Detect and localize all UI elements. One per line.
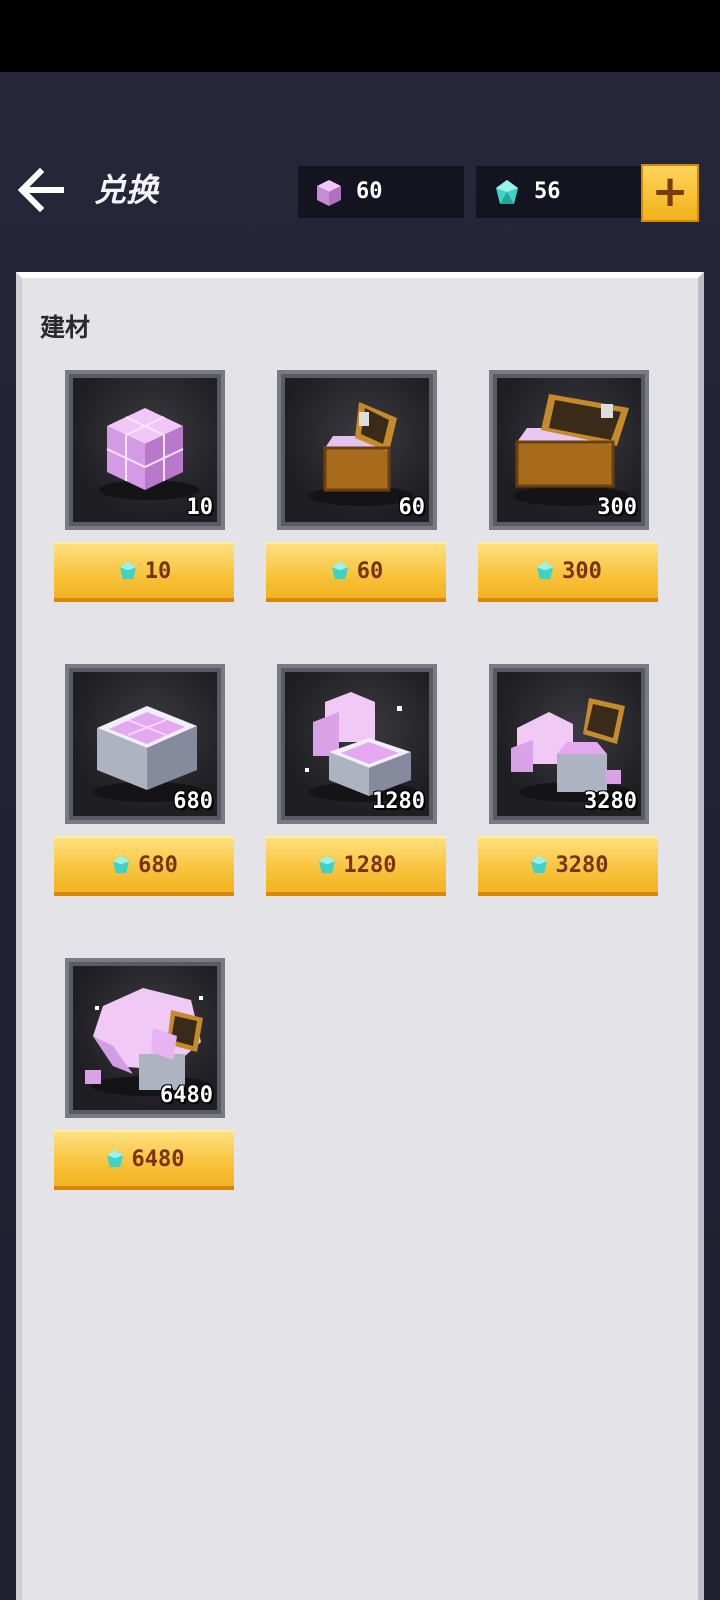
buy-price: 3280 xyxy=(555,852,609,878)
diamond-balance: 56 xyxy=(476,166,642,218)
buy-button[interactable]: 60 xyxy=(266,542,446,602)
back-button[interactable] xyxy=(17,167,68,213)
buy-button[interactable]: 1280 xyxy=(266,836,446,896)
shop-item: 6480 6480 xyxy=(54,958,234,1190)
item-quantity: 10 xyxy=(186,495,214,520)
cube-balance: 60 xyxy=(298,166,464,218)
shop-item: 300 300 xyxy=(478,370,658,602)
diamond-icon xyxy=(113,855,130,874)
buy-price: 680 xyxy=(138,852,178,878)
diamond-balance-value: 56 xyxy=(534,179,561,204)
diamond-icon xyxy=(119,561,136,580)
diamond-icon xyxy=(318,855,335,874)
status-bar xyxy=(0,0,720,72)
exchange-panel: 建材 10 10 60 60 300 300 680 680 1280 1280… xyxy=(16,272,704,1600)
item-thumbnail: 3280 xyxy=(489,664,649,824)
item-thumbnail: 10 xyxy=(65,370,225,530)
shop-item: 60 60 xyxy=(266,370,446,602)
shop-item: 3280 3280 xyxy=(478,664,658,896)
item-thumbnail: 300 xyxy=(489,370,649,530)
shop-item: 680 680 xyxy=(54,664,234,896)
buy-price: 300 xyxy=(562,558,602,584)
item-quantity: 680 xyxy=(173,789,213,814)
shop-item: 10 10 xyxy=(54,370,234,602)
diamond-icon xyxy=(496,180,518,204)
diamond-icon xyxy=(106,1149,123,1168)
item-thumbnail: 1280 xyxy=(277,664,437,824)
buy-price: 10 xyxy=(144,558,172,584)
item-quantity: 3280 xyxy=(584,789,637,814)
buy-price: 1280 xyxy=(343,852,397,878)
shop-item: 1280 1280 xyxy=(266,664,446,896)
item-quantity: 300 xyxy=(597,495,637,520)
item-thumbnail: 680 xyxy=(65,664,225,824)
item-quantity: 6480 xyxy=(160,1083,213,1108)
add-diamonds-button[interactable]: + xyxy=(641,164,699,222)
section-title: 建材 xyxy=(40,313,91,342)
item-quantity: 60 xyxy=(398,495,426,520)
item-thumbnail: 60 xyxy=(277,370,437,530)
arrow-left-icon xyxy=(17,167,64,213)
diamond-icon xyxy=(331,561,348,580)
buy-button[interactable]: 680 xyxy=(54,836,234,896)
cube-balance-value: 60 xyxy=(356,179,383,204)
buy-price: 6480 xyxy=(131,1146,185,1172)
cube-icon xyxy=(317,180,341,206)
buy-button[interactable]: 3280 xyxy=(478,836,658,896)
page-title: 兑换 xyxy=(94,171,159,209)
diamond-icon xyxy=(530,855,547,874)
diamond-icon xyxy=(537,561,554,580)
buy-button[interactable]: 10 xyxy=(54,542,234,602)
item-thumbnail: 6480 xyxy=(65,958,225,1118)
header: 兑换 60 56 + xyxy=(0,150,720,230)
buy-button[interactable]: 6480 xyxy=(54,1130,234,1190)
buy-button[interactable]: 300 xyxy=(478,542,658,602)
item-quantity: 1280 xyxy=(372,789,425,814)
plus-icon: + xyxy=(651,166,689,217)
buy-price: 60 xyxy=(356,558,384,584)
